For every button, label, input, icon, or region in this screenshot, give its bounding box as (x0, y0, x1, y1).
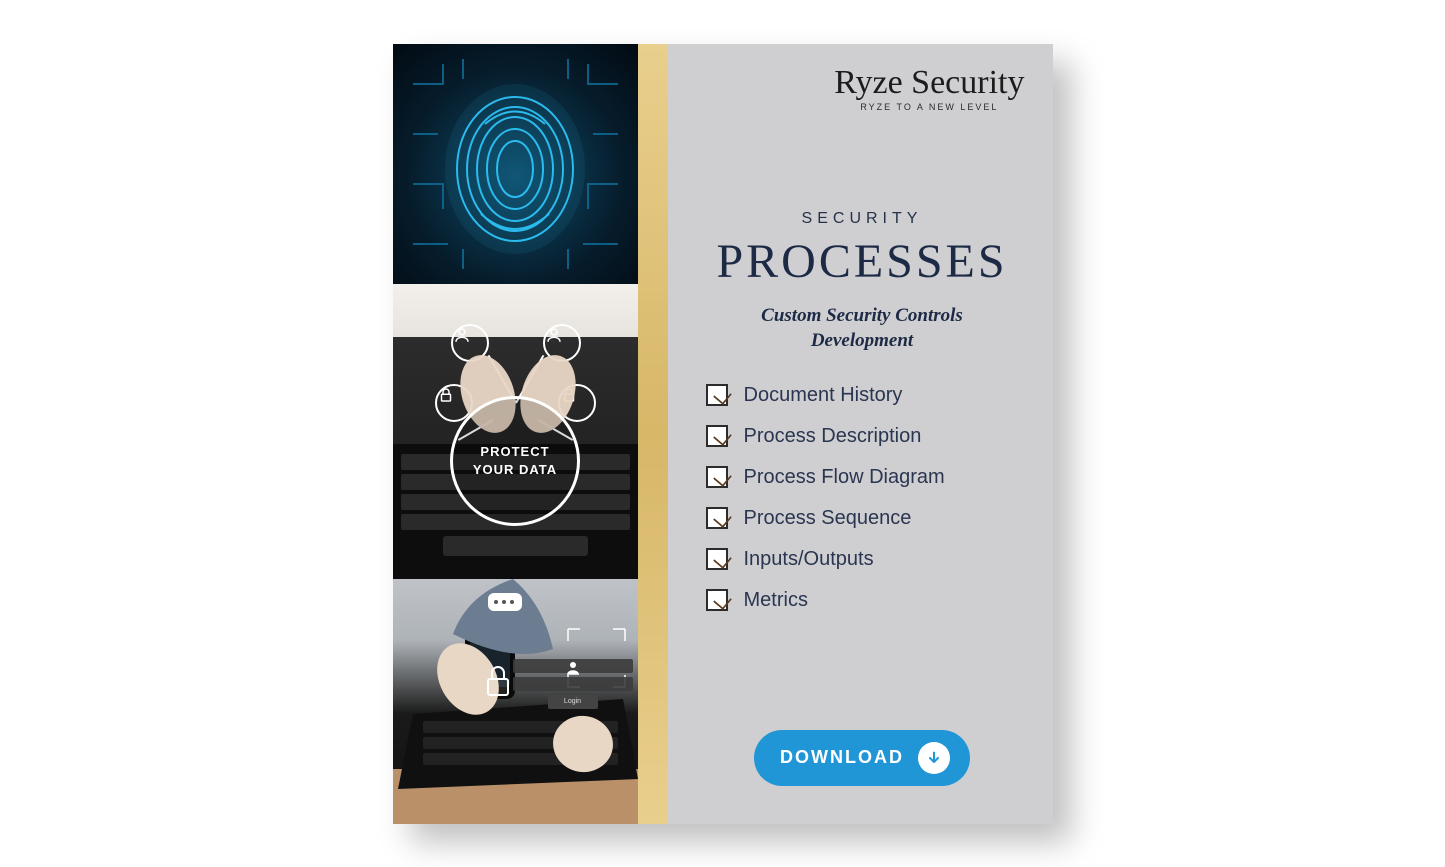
check-label: Process Sequence (744, 507, 912, 530)
check-label: Process Description (744, 425, 922, 448)
protect-data-image: PROTECT YOUR DATA (393, 284, 638, 579)
checkmark-icon (706, 425, 728, 447)
checkmark-icon (706, 589, 728, 611)
download-button[interactable]: DOWNLOAD (754, 730, 970, 786)
image-column: PROTECT YOUR DATA (393, 44, 638, 824)
check-item: Process Sequence (706, 507, 1025, 530)
check-item: Document History (706, 384, 1025, 407)
title: PROCESSES (700, 234, 1025, 289)
subtitle: Custom Security Controls Development (700, 303, 1025, 354)
person-icon (564, 659, 582, 677)
fingerprint-image (393, 44, 638, 284)
fingerprint-icon (393, 44, 638, 284)
download-label: DOWNLOAD (780, 747, 904, 768)
checkmark-icon (706, 507, 728, 529)
kicker: SECURITY (700, 210, 1025, 228)
check-item: Inputs/Outputs (706, 548, 1025, 571)
login-image: Login (393, 579, 638, 824)
check-item: Process Flow Diagram (706, 466, 1025, 489)
check-label: Inputs/Outputs (744, 548, 874, 571)
login-form-overlay: Login (513, 659, 633, 709)
check-item: Metrics (706, 589, 1025, 612)
brand-name: Ryze Security (834, 66, 1024, 100)
brand-block: Ryze Security RYZE TO A NEW LEVEL (834, 66, 1024, 112)
brand-tagline: RYZE TO A NEW LEVEL (834, 102, 1024, 112)
checkmark-icon (706, 548, 728, 570)
login-button-graphic: Login (548, 695, 598, 709)
check-label: Metrics (744, 589, 808, 612)
gold-divider (638, 44, 668, 824)
promo-card: PROTECT YOUR DATA (393, 44, 1053, 824)
protect-line-2: YOUR DATA (473, 462, 557, 477)
check-label: Document History (744, 384, 903, 407)
download-arrow-icon (918, 742, 950, 774)
checklist: Document History Process Description Pro… (700, 384, 1025, 612)
check-label: Process Flow Diagram (744, 466, 945, 489)
password-field (513, 677, 633, 691)
check-item: Process Description (706, 425, 1025, 448)
content-panel: Ryze Security RYZE TO A NEW LEVEL SECURI… (668, 44, 1053, 824)
protect-line-1: PROTECT (480, 444, 549, 459)
checkmark-icon (706, 466, 728, 488)
heading-block: SECURITY PROCESSES Custom Security Contr… (700, 210, 1025, 354)
protect-data-badge: PROTECT YOUR DATA (450, 396, 580, 526)
checkmark-icon (706, 384, 728, 406)
